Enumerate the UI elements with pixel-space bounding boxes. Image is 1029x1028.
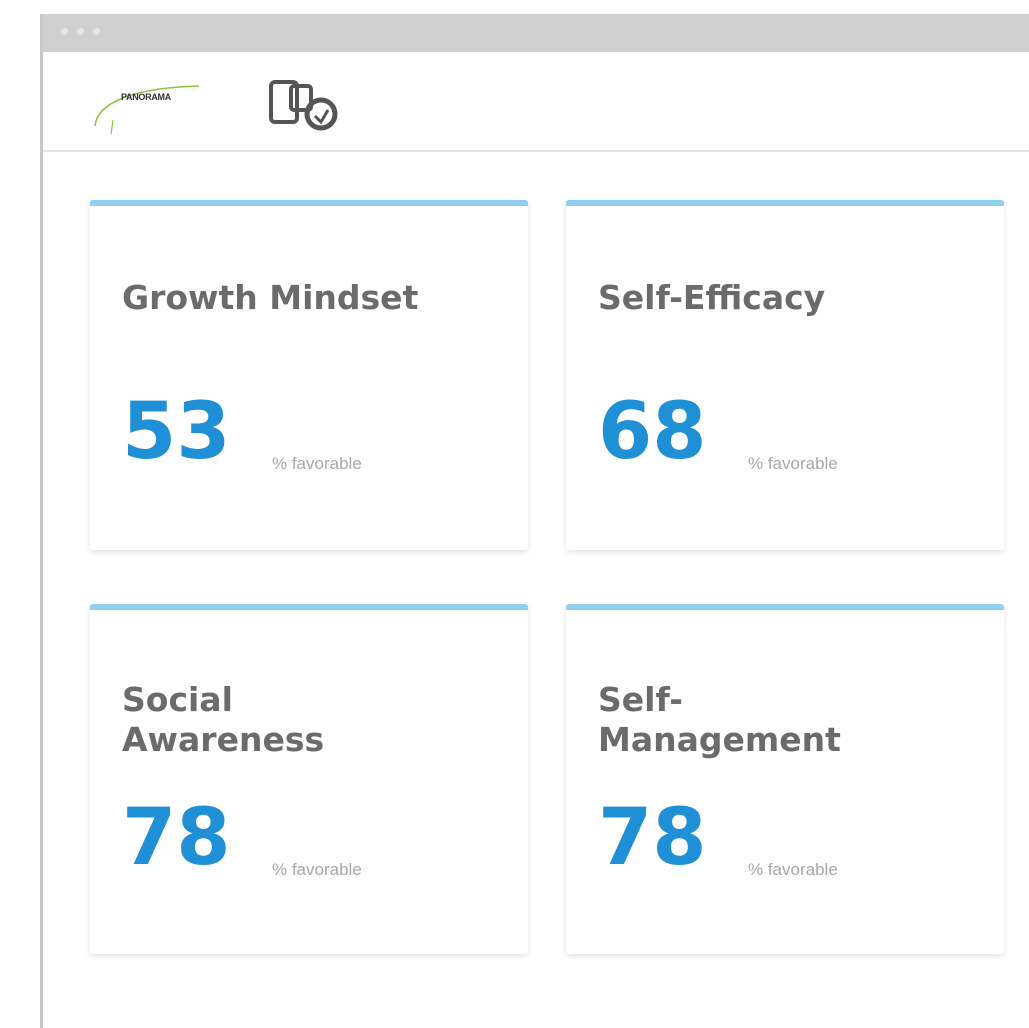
browser-window: PANORAMA Growth Mindset 53 % favorable S… bbox=[40, 14, 1029, 1028]
maximize-dot-icon[interactable] bbox=[93, 28, 100, 35]
card-title: Social Awareness bbox=[122, 680, 325, 759]
metric-card-social-awareness[interactable]: Social Awareness 78 % favorable bbox=[90, 604, 528, 954]
card-value: 78 bbox=[122, 793, 231, 883]
app-header: PANORAMA bbox=[43, 52, 1029, 152]
metric-card-growth-mindset[interactable]: Growth Mindset 53 % favorable bbox=[90, 200, 528, 550]
minimize-dot-icon[interactable] bbox=[77, 28, 84, 35]
card-title: Self- Management bbox=[598, 680, 841, 759]
window-titlebar bbox=[43, 14, 1029, 52]
card-value: 68 bbox=[598, 387, 707, 477]
brand-name: PANORAMA bbox=[121, 92, 171, 102]
card-title: Growth Mindset bbox=[122, 278, 419, 317]
close-dot-icon[interactable] bbox=[61, 28, 68, 35]
student-survey-icon[interactable] bbox=[265, 76, 345, 146]
card-unit: % favorable bbox=[748, 454, 838, 473]
metric-card-self-management[interactable]: Self- Management 78 % favorable bbox=[566, 604, 1004, 954]
card-title: Self-Efficacy bbox=[598, 278, 826, 317]
card-unit: % favorable bbox=[272, 860, 362, 879]
logo-arc-icon bbox=[94, 85, 200, 135]
panorama-logo[interactable]: PANORAMA bbox=[89, 76, 239, 136]
window-controls bbox=[61, 28, 100, 35]
card-value: 53 bbox=[122, 387, 231, 477]
card-unit: % favorable bbox=[272, 454, 362, 473]
metric-card-self-efficacy[interactable]: Self-Efficacy 68 % favorable bbox=[566, 200, 1004, 550]
card-unit: % favorable bbox=[748, 860, 838, 879]
card-value: 78 bbox=[598, 793, 707, 883]
